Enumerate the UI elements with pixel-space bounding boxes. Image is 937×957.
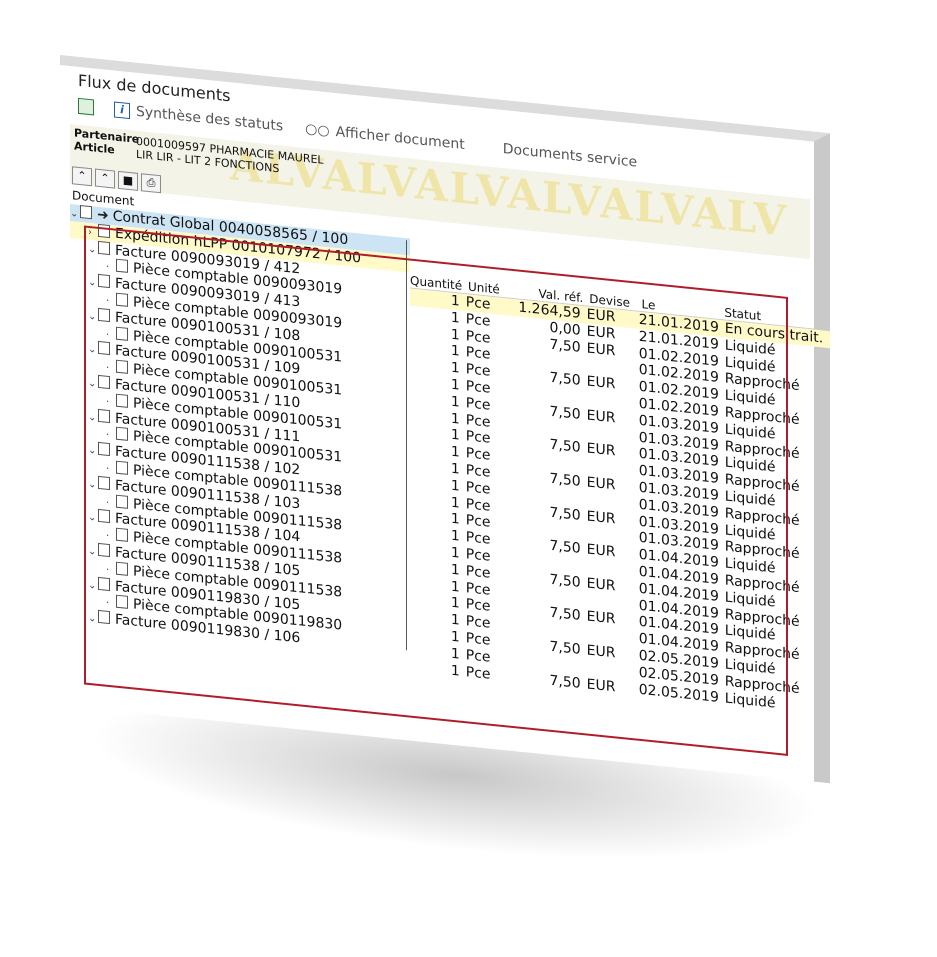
expand-all-icon[interactable]: ⌃ bbox=[72, 166, 92, 187]
find-icon[interactable]: ■ bbox=[118, 170, 138, 191]
display-document-button[interactable]: Afficher document bbox=[336, 124, 465, 153]
status-summary-button[interactable]: Synthèse des statuts bbox=[136, 104, 283, 135]
print-icon[interactable]: ⎙ bbox=[141, 173, 161, 194]
arrow-right-icon: ➜ bbox=[97, 206, 109, 224]
document-flow-window: Flux de documents i Synthèse des statuts… bbox=[60, 55, 830, 784]
service-documents-button[interactable]: Documents service bbox=[503, 141, 637, 171]
tree-filter-icon[interactable] bbox=[78, 97, 94, 116]
document-icon bbox=[80, 205, 92, 220]
glasses-icon: ○○ bbox=[305, 120, 330, 140]
collapse-all-icon[interactable]: ⌃ bbox=[95, 168, 115, 189]
highlight-frame bbox=[84, 225, 788, 756]
info-icon[interactable]: i bbox=[114, 101, 130, 120]
